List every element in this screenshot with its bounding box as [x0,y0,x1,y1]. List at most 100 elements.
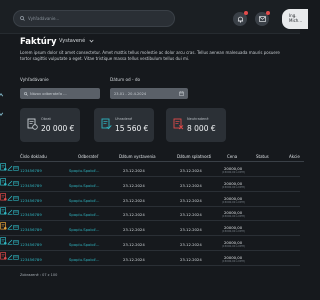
card-value: 20 000 € [41,124,75,133]
status-document-icon [0,252,7,260]
filter-date-input[interactable]: 23.01 - 20.4.2024 [110,88,188,99]
due-date: 23.12.2024 [180,197,202,203]
table-row[interactable]: 123456789 Spoplu.Spoloč... 23.12.2024 23.12… [0,237,300,251]
invoice-number-link[interactable]: 123456789 [20,227,42,232]
filter-search-input[interactable]: Názov odberateľa ... [20,88,100,99]
message-badge [266,11,270,15]
notification-badge [244,11,248,15]
download-icon[interactable] [13,224,19,230]
download-icon[interactable] [13,254,19,260]
status-document-icon [0,222,7,230]
invoice-number-link[interactable]: 123456789 [20,198,42,203]
page-description: Lorem ipsum dolor sit amet consectetur. … [20,50,280,61]
table-row[interactable]: 123456789 Spoplu.Spoloč... 23.12.2024 23.12… [0,163,300,177]
filter-date-value: 23.01 - 20.4.2024 [114,91,147,96]
column-header[interactable]: Odberateľ [78,154,98,159]
column-header[interactable]: Cena [227,154,237,159]
document-check-icon [101,118,112,130]
calendar-icon [179,91,184,96]
supplier-link[interactable]: Spoplu.Spoloč... [69,212,99,217]
download-icon[interactable] [13,239,19,245]
bell-icon [237,16,243,23]
table-row[interactable]: 123456789 Spoplu.Spoloč... 23.12.2024 23.12… [0,222,300,237]
card-label: Neuhradené [187,117,209,121]
supplier-link[interactable]: Spoplu.Spoloč... [69,242,99,247]
status-document-icon [0,163,7,171]
supplier-link[interactable]: Spoplu.Spoloč... [69,198,99,203]
invoice-number-link[interactable]: 123456789 [20,257,42,262]
filter-date-label: Dátum od - do [110,77,141,82]
table-header: Číslo dokladu Odberateľ Dátum vystavenia… [0,152,300,161]
invoice-number-link[interactable]: 123456789 [20,242,42,247]
table-row[interactable]: 123456789 Spoplu.Spoloč... 23.12.2024 23.12… [0,207,300,222]
price-vat: (15000,00 s DPH) [222,171,245,174]
download-icon[interactable] [13,209,19,215]
card-label: Obrat [41,117,51,121]
card-label: Uhradené [115,117,133,121]
filter-search-label: Vyhľadávanie [20,77,49,82]
issue-date: 23.12.2024 [123,182,145,188]
due-date: 23.12.2024 [180,256,202,262]
card-turnover: Obrat 20 000 € [20,108,80,142]
document-x-icon [173,118,184,130]
issue-date: 23.12.2024 [123,168,145,173]
supplier-link[interactable]: Spoplu.Spoloč... [69,257,99,262]
document-type-select[interactable]: Vystavené [59,38,94,44]
price-vat: (15000,00 s DPH) [222,259,245,263]
divider [14,161,304,162]
document-euro-icon [27,118,38,130]
notifications-button[interactable] [233,11,248,26]
search-box[interactable] [13,10,175,27]
supplier-link[interactable]: Spoplu.Spoloč... [69,168,99,173]
price-vat: (15000,00 s DPH) [222,185,245,189]
download-icon[interactable] [13,180,19,186]
pagination-info: Zobrazené : 07 z 100 [20,273,58,277]
status-document-icon [0,178,7,186]
supplier-link[interactable]: Spoplu.Spoloč... [69,227,99,232]
invoice-number-link[interactable]: 123456789 [20,183,42,188]
card-value: 15 560 € [115,124,149,133]
download-icon[interactable] [13,195,19,201]
invoice-number-link[interactable]: 123456789 [20,168,42,173]
page-title: Faktúry [20,37,57,47]
download-icon[interactable] [13,165,19,171]
status-document-icon [0,207,7,215]
table-row[interactable]: 123456789 Spoplu.Spoloč... 23.12.2024 23.12… [0,178,300,192]
price-vat: (15000,00 s DPH) [222,215,245,219]
issue-date: 23.12.2024 [123,227,145,233]
chevron-down-icon [89,39,94,43]
column-header[interactable]: Dátum vystavenia [119,154,156,159]
search-icon [24,91,28,96]
due-date: 23.12.2024 [180,242,202,247]
status-document-icon [0,237,7,245]
card-value: 8 000 € [187,124,216,133]
user-name: Mich... [289,18,303,23]
price-vat: (15000,00 s DPH) [222,230,245,234]
issue-date: 23.12.2024 [123,197,145,203]
mail-icon [258,16,266,22]
supplier-link[interactable]: Spoplu.Spoloč... [69,183,99,188]
user-menu[interactable]: Ing. Mich... [282,9,308,29]
issue-date: 23.12.2024 [123,242,145,247]
sidebar-chevron-up-icon[interactable] [0,92,5,99]
due-date: 23.12.2024 [180,182,202,188]
column-header[interactable]: Akcie [289,154,300,159]
status-document-icon [0,192,7,201]
card-paid: Uhradené 15 560 € [94,108,154,142]
issue-date: 23.12.2024 [123,212,145,218]
price-vat: (15000,00 s DPH) [222,245,245,248]
due-date: 23.12.2024 [180,212,202,218]
search-input[interactable] [28,16,168,21]
invoice-number-link[interactable]: 123456789 [20,212,42,217]
column-header[interactable]: Dátum splatnosti [177,154,211,159]
document-type-value: Vystavené [59,38,86,44]
due-date: 23.12.2024 [180,168,202,173]
messages-button[interactable] [255,11,270,26]
column-header[interactable]: Status [256,154,269,159]
table-row[interactable]: 123456789 Spoplu.Spoloč... 23.12.2024 23.12… [0,192,300,207]
table-row[interactable]: 123456789 Spoplu.Spoloč... 23.12.2024 23.12… [0,252,300,266]
sidebar-chevron-down-icon[interactable] [0,111,5,118]
top-bar: Ing. Mich... [0,0,308,34]
search-icon [20,16,25,21]
column-header[interactable]: Číslo dokladu [20,154,47,159]
